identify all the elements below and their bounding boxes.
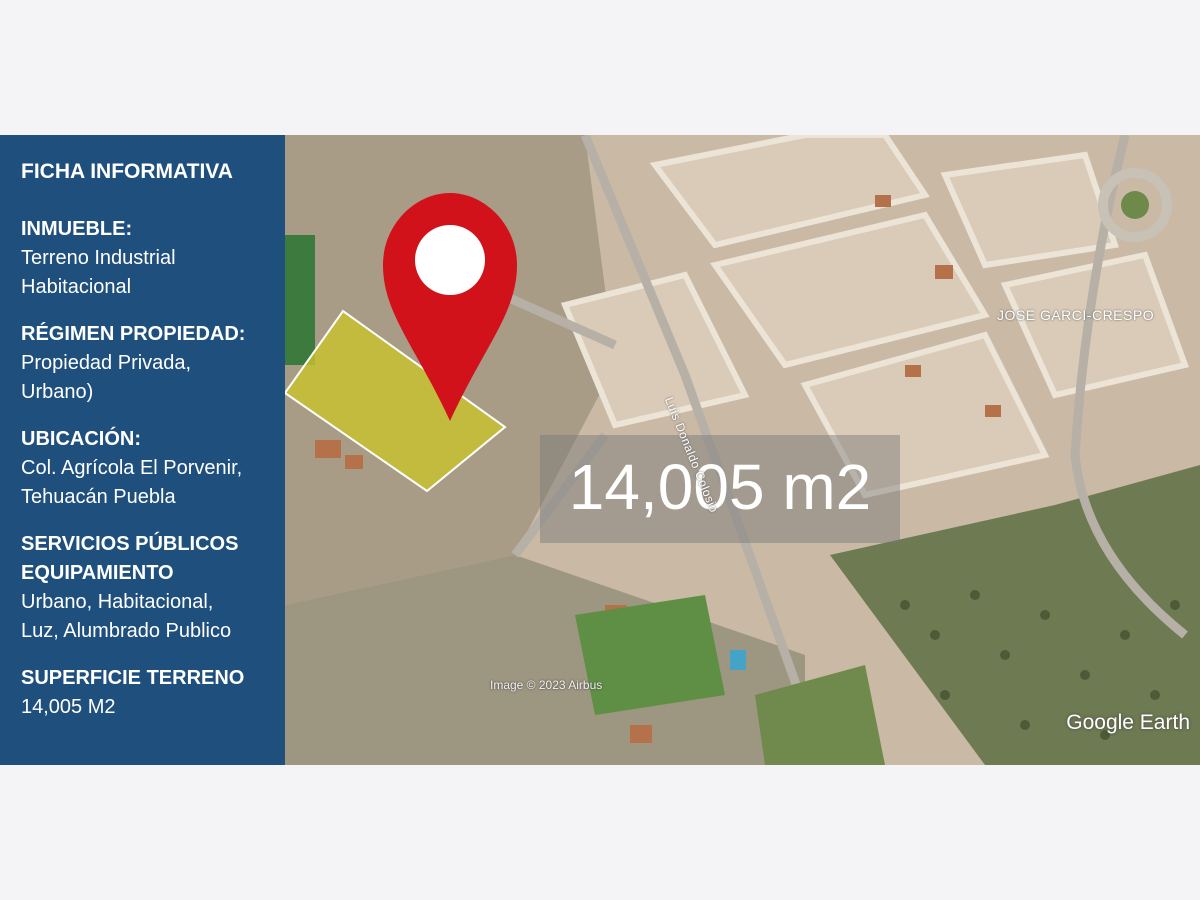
area-label: 14,005 m2 xyxy=(568,451,872,523)
section-superficie: SUPERFICIE TERRENO 14,005 M2 xyxy=(21,664,275,722)
section-heading: INMUEBLE: xyxy=(21,218,133,240)
info-panel: FICHA INFORMATIVA INMUEBLE: Terreno Indu… xyxy=(0,135,285,765)
section-heading: UBICACIÓN: xyxy=(21,428,141,450)
google-earth-logo: Google Earth xyxy=(1066,711,1190,734)
section-value: Propiedad Privada, Urbano) xyxy=(21,352,192,403)
imagery-credit: Image © 2023 Airbus xyxy=(490,678,603,692)
panel-title: FICHA INFORMATIVA xyxy=(21,160,233,183)
section-regimen: RÉGIMEN PROPIEDAD: Propiedad Privada, Ur… xyxy=(21,320,275,407)
section-value: Col. Agrícola El Porvenir, Tehuacán Pueb… xyxy=(21,457,243,508)
section-heading: SUPERFICIE TERRENO xyxy=(21,667,245,689)
section-value: Terreno Industrial Habitacional xyxy=(21,247,176,298)
section-inmueble: INMUEBLE: Terreno Industrial Habitaciona… xyxy=(21,215,275,302)
slide: FICHA INFORMATIVA INMUEBLE: Terreno Indu… xyxy=(0,135,1200,765)
section-heading: SERVICIOS PÚBLICOS EQUIPAMIENTO xyxy=(21,533,239,584)
street-label: JOSE GARCI-CRESPO xyxy=(997,307,1155,323)
section-value: Urbano, Habitacional, Luz, Alumbrado Pub… xyxy=(21,591,232,642)
section-servicios: SERVICIOS PÚBLICOS EQUIPAMIENTO Urbano, … xyxy=(21,530,275,646)
section-ubicacion: UBICACIÓN: Col. Agrícola El Porvenir, Te… xyxy=(21,425,275,512)
section-heading: RÉGIMEN PROPIEDAD: xyxy=(21,323,246,345)
satellite-map[interactable]: 14,005 m2 JOSE GARCI-CRESPO Luis Donaldo… xyxy=(285,135,1200,765)
section-value: 14,005 M2 xyxy=(21,696,116,718)
